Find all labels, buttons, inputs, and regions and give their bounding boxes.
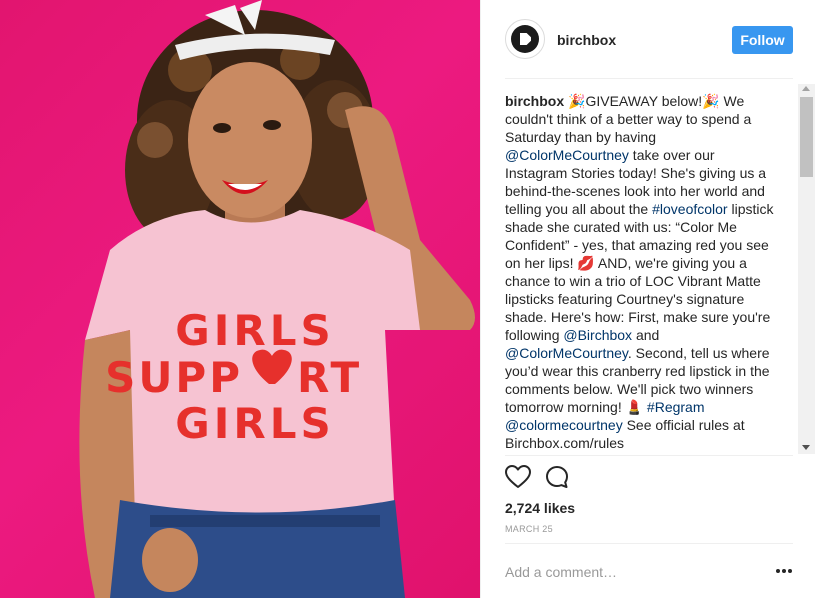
scroll-down-arrow-icon[interactable] — [802, 445, 810, 450]
caption-text: and — [632, 327, 660, 343]
divider — [505, 543, 793, 544]
caption-text: lipstick shade she curated with us: “Col… — [505, 201, 774, 343]
scrollbar-thumb[interactable] — [800, 97, 813, 177]
shirt-text-line1: GIRLS — [175, 306, 334, 355]
mention-link[interactable]: @Birchbox — [563, 327, 632, 343]
mention-link[interactable]: @colormecourtney — [505, 417, 623, 433]
mention-link[interactable]: @ColorMeCourtney — [505, 345, 628, 361]
post-image[interactable]: GIRLS SUPP RT GIRLS — [0, 0, 480, 598]
birchbox-logo-icon — [511, 25, 539, 53]
hashtag-link[interactable]: #Regram — [647, 399, 705, 415]
add-comment-input[interactable] — [505, 560, 745, 584]
post-side-panel: birchbox Follow birchbox 🎉GIVEAWAY below… — [480, 0, 815, 598]
comments-area[interactable]: birchbox 🎉GIVEAWAY below!🎉 We couldn't t… — [505, 84, 792, 455]
scroll-up-arrow-icon[interactable] — [802, 86, 810, 91]
hashtag-link[interactable]: #loveofcolor — [652, 201, 728, 217]
mention-link[interactable]: @ColorMeCourtney — [505, 147, 629, 163]
follow-button[interactable]: Follow — [732, 26, 793, 54]
post-caption: birchbox 🎉GIVEAWAY below!🎉 We couldn't t… — [505, 92, 775, 452]
shirt-text-line2a: SUPP — [105, 353, 243, 402]
divider — [505, 78, 793, 79]
post-actions — [505, 464, 793, 492]
more-options-icon[interactable] — [776, 564, 796, 576]
comment-icon[interactable] — [545, 465, 569, 489]
likes-count[interactable]: 2,724 likes — [505, 500, 575, 516]
post-header: birchbox Follow — [481, 0, 815, 80]
username-link[interactable]: birchbox — [557, 32, 616, 48]
avatar[interactable] — [505, 19, 545, 59]
comments-scrollbar[interactable] — [798, 84, 815, 454]
heart-icon[interactable] — [505, 465, 531, 489]
post-date[interactable]: MARCH 25 — [505, 524, 553, 534]
divider — [505, 455, 793, 456]
shirt-text-line2b: RT — [297, 353, 362, 402]
post-photo-illustration: GIRLS SUPP RT GIRLS — [79, 0, 475, 598]
shirt-text-line3: GIRLS — [175, 399, 334, 448]
caption-author-link[interactable]: birchbox — [505, 93, 564, 109]
face-shape — [188, 62, 312, 218]
